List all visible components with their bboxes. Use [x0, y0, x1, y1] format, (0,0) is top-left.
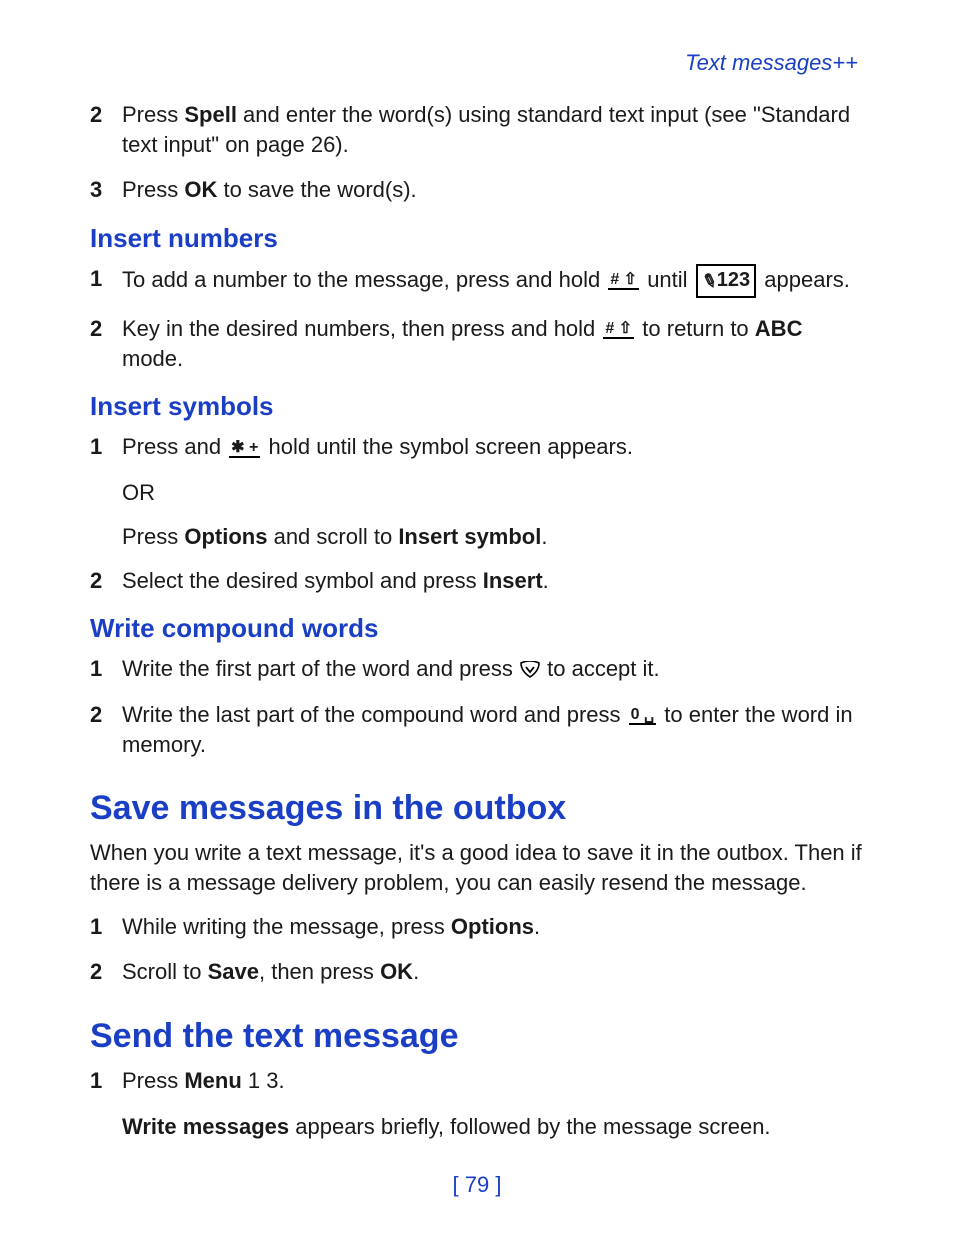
- item-number: 1: [90, 264, 122, 298]
- text-bold: Insert: [483, 568, 543, 593]
- text-bold: OK: [184, 177, 217, 202]
- text-bold: Options: [184, 524, 267, 549]
- text: .: [543, 568, 549, 593]
- or-text: OR: [122, 478, 864, 508]
- text: to accept it.: [547, 656, 660, 681]
- section-header: Text messages++: [90, 50, 864, 76]
- subheading-insert-numbers: Insert numbers: [90, 223, 864, 254]
- text: hold until the symbol screen appears.: [269, 434, 633, 459]
- list-item: 1 Write the first part of the word and p…: [90, 654, 864, 684]
- text: Press: [122, 524, 184, 549]
- list-item: 2 Scroll to Save, then press OK.: [90, 957, 864, 987]
- item-body: Scroll to Save, then press OK.: [122, 957, 864, 987]
- list-item: 2 Select the desired symbol and press In…: [90, 566, 864, 596]
- item-number: 1: [90, 654, 122, 684]
- heading-send-message: Send the text message: [90, 1017, 864, 1056]
- text: to return to: [642, 316, 755, 341]
- list-item: 2 Press Spell and enter the word(s) usin…: [90, 100, 864, 159]
- item-number: 1: [90, 912, 122, 942]
- list-item: 3 Press OK to save the word(s).: [90, 175, 864, 205]
- manual-page: Text messages++ 2 Press Spell and enter …: [0, 0, 954, 1248]
- subheading-insert-symbols: Insert symbols: [90, 391, 864, 422]
- text: Press: [122, 177, 184, 202]
- item-number: 1: [90, 1066, 122, 1096]
- text-bold: Insert symbol: [398, 524, 541, 549]
- send-note: Write messages appears briefly, followed…: [122, 1112, 864, 1142]
- text: Press: [122, 1068, 184, 1093]
- text: Press: [122, 102, 184, 127]
- text-bold: Save: [208, 959, 259, 984]
- text-bold: Write messages: [122, 1114, 289, 1139]
- page-number: [ 79 ]: [0, 1172, 954, 1198]
- zero-key-icon: 0 ␣: [629, 707, 657, 725]
- item-body: Write the first part of the word and pre…: [122, 654, 864, 684]
- star-key-icon: ✱ +: [229, 440, 260, 458]
- outbox-intro: When you write a text message, it's a go…: [90, 838, 864, 897]
- item-body: Press and ✱ + hold until the symbol scre…: [122, 432, 864, 462]
- item-number: 3: [90, 175, 122, 205]
- item-body: Select the desired symbol and press Inse…: [122, 566, 864, 596]
- text: Select the desired symbol and press: [122, 568, 483, 593]
- list-item: 1 To add a number to the message, press …: [90, 264, 864, 298]
- item-body: Write the last part of the compound word…: [122, 700, 864, 759]
- text: 1 3.: [242, 1068, 285, 1093]
- list-item: 2 Write the last part of the compound wo…: [90, 700, 864, 759]
- badge-text: 123: [717, 269, 750, 291]
- text: To add a number to the message, press an…: [122, 267, 606, 292]
- item-number: 1: [90, 432, 122, 462]
- navkey-down-icon: [519, 661, 541, 679]
- mode-123-icon: ✎123: [696, 264, 756, 298]
- options-instruction: Press Options and scroll to Insert symbo…: [122, 522, 864, 552]
- text: Write the first part of the word and pre…: [122, 656, 519, 681]
- item-body: Press Spell and enter the word(s) using …: [122, 100, 864, 159]
- text: , then press: [259, 959, 380, 984]
- subheading-compound-words: Write compound words: [90, 613, 864, 644]
- text: until: [647, 267, 693, 292]
- item-number: 2: [90, 314, 122, 373]
- item-number: 2: [90, 100, 122, 159]
- text: to save the word(s).: [217, 177, 416, 202]
- text: Press and: [122, 434, 227, 459]
- item-body: Key in the desired numbers, then press a…: [122, 314, 864, 373]
- text-bold: Options: [451, 914, 534, 939]
- list-item: 1 Press and ✱ + hold until the symbol sc…: [90, 432, 864, 462]
- text: While writing the message, press: [122, 914, 451, 939]
- hash-key-icon: # ⇧: [603, 321, 634, 339]
- item-body: While writing the message, press Options…: [122, 912, 864, 942]
- item-body: Press Menu 1 3.: [122, 1066, 864, 1096]
- item-number: 2: [90, 957, 122, 987]
- item-number: 2: [90, 566, 122, 596]
- text: appears briefly, followed by the message…: [289, 1114, 770, 1139]
- text-bold: Spell: [184, 102, 237, 127]
- text-bold: OK: [380, 959, 413, 984]
- text: appears.: [764, 267, 850, 292]
- item-number: 2: [90, 700, 122, 759]
- text: Write the last part of the compound word…: [122, 702, 627, 727]
- item-body: Press OK to save the word(s).: [122, 175, 864, 205]
- text-bold: Menu: [184, 1068, 241, 1093]
- text: Key in the desired numbers, then press a…: [122, 316, 601, 341]
- list-item: 2 Key in the desired numbers, then press…: [90, 314, 864, 373]
- text: Scroll to: [122, 959, 208, 984]
- list-item: 1 While writing the message, press Optio…: [90, 912, 864, 942]
- text: .: [534, 914, 540, 939]
- text: .: [413, 959, 419, 984]
- item-body: To add a number to the message, press an…: [122, 264, 864, 298]
- text: mode.: [122, 346, 183, 371]
- text: .: [541, 524, 547, 549]
- heading-save-outbox: Save messages in the outbox: [90, 789, 864, 828]
- hash-key-icon: # ⇧: [608, 272, 639, 290]
- text: and scroll to: [267, 524, 398, 549]
- list-item: 1 Press Menu 1 3.: [90, 1066, 864, 1096]
- text-bold: ABC: [755, 316, 803, 341]
